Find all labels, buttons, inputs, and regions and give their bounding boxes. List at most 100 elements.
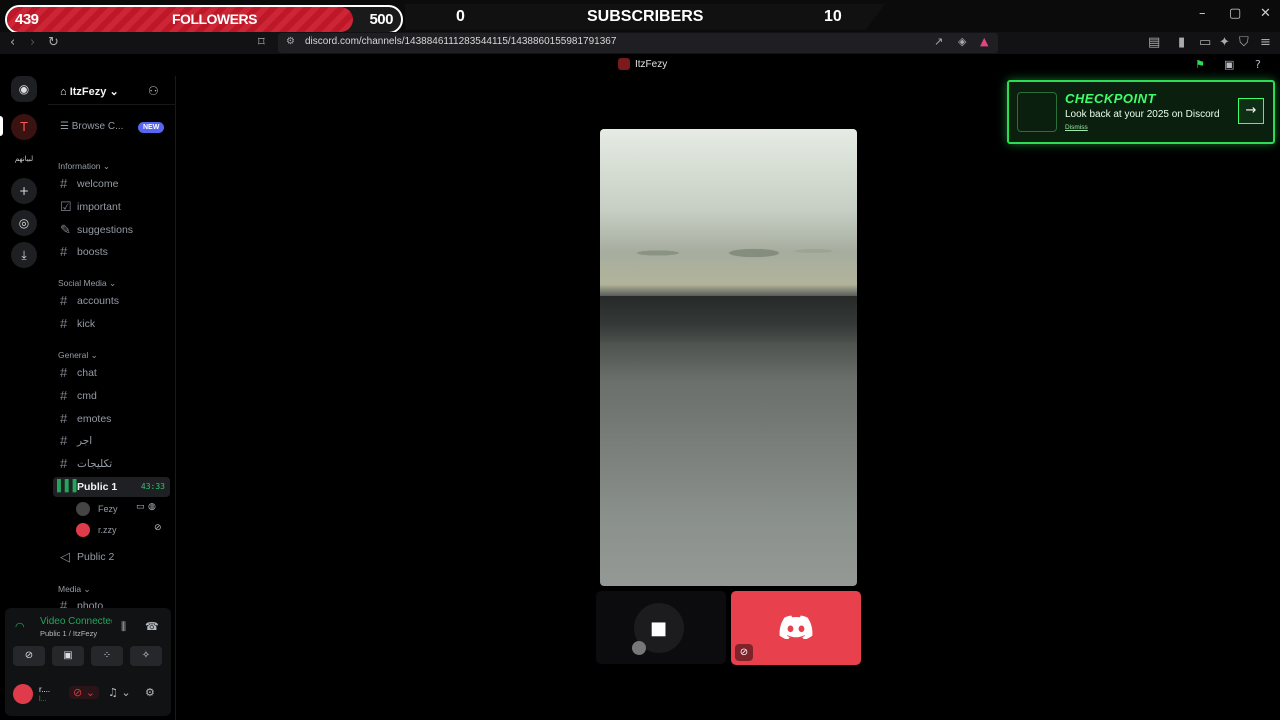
add-server-icon[interactable]: + bbox=[11, 178, 37, 204]
noise-suppression-icon[interactable]: ⫼ bbox=[121, 620, 126, 634]
reload-icon[interactable]: ↻ bbox=[48, 35, 59, 50]
menu-icon[interactable]: ≡ bbox=[1260, 35, 1271, 50]
url-text[interactable]: discord.com/channels/1438846111283544115… bbox=[305, 36, 616, 47]
browse-channels[interactable]: ☰ Browse C... bbox=[60, 121, 123, 132]
stream-overlay-bar: 439 FOLLOWERS 500 0 SUBSCRIBERS 10 – ▢ ✕ bbox=[0, 0, 1280, 34]
browse-label[interactable]: Browse C... bbox=[72, 121, 124, 132]
channel-kick[interactable]: # kick bbox=[56, 314, 170, 334]
channel-accounts[interactable]: # accounts bbox=[56, 291, 170, 311]
checkpoint-subtitle: Look back at your 2025 on Discord bbox=[1065, 109, 1220, 120]
hash-icon: # bbox=[60, 433, 68, 448]
participant-tile-self[interactable]: ■ bbox=[596, 591, 726, 664]
muted-icon: ⊘ bbox=[154, 523, 162, 533]
voice-channel-public-1[interactable]: ▌▌▌ Public 1 43:33 bbox=[53, 477, 170, 497]
shield-icon[interactable]: ◈ bbox=[958, 35, 966, 48]
vpn-icon[interactable]: ⛉ bbox=[1239, 35, 1249, 50]
channel-chat[interactable]: # chat bbox=[56, 363, 170, 383]
quest-flag-icon[interactable]: ⚑ bbox=[1195, 58, 1205, 71]
share-icon[interactable]: ↗ bbox=[934, 35, 943, 48]
participant-tile-rzzy[interactable]: ⊘ bbox=[731, 591, 861, 665]
camera-off-button[interactable]: ⊘ bbox=[13, 646, 45, 666]
activities-button[interactable]: ⁘ bbox=[91, 646, 123, 666]
channel-label: chat bbox=[77, 367, 97, 379]
invite-icon[interactable]: ⚇ bbox=[148, 84, 159, 98]
channel-important[interactable]: ☑ important bbox=[56, 197, 170, 217]
category-media[interactable]: Media ⌄ bbox=[58, 584, 91, 595]
dismiss-link[interactable]: Dismiss bbox=[1065, 124, 1088, 131]
connection-icon[interactable]: ◠ bbox=[15, 620, 25, 633]
avatar[interactable] bbox=[13, 684, 33, 704]
channel-suggestions[interactable]: ✎ suggestions bbox=[56, 220, 170, 240]
close-icon[interactable]: ✕ bbox=[1260, 6, 1271, 21]
maximize-icon[interactable]: ▢ bbox=[1229, 6, 1241, 21]
headphones-icon[interactable]: ♫ ⌄ bbox=[108, 686, 131, 699]
window-title: ItzFezy bbox=[635, 59, 668, 70]
back-icon[interactable]: ‹ bbox=[10, 35, 15, 50]
category-general[interactable]: General ⌄ bbox=[58, 350, 98, 361]
leo-icon[interactable]: ✦ bbox=[1219, 35, 1230, 50]
discord-logo-icon bbox=[779, 615, 813, 639]
voice-status[interactable]: Video Connected bbox=[40, 616, 112, 627]
category-information[interactable]: Information ⌄ bbox=[58, 161, 110, 172]
soundboard-button[interactable]: ✧ bbox=[130, 646, 162, 666]
forward-icon[interactable]: › bbox=[30, 35, 35, 50]
channel-arabic-1[interactable]: # اجر bbox=[56, 431, 170, 451]
channel-label: important bbox=[77, 201, 121, 213]
wallet-icon[interactable]: ▭ bbox=[1199, 35, 1211, 50]
inbox-icon[interactable]: ▣ bbox=[1224, 58, 1234, 71]
hash-icon: # bbox=[60, 411, 68, 426]
voice-channel-public-2[interactable]: ◁ Public 2 bbox=[56, 547, 170, 567]
voice-user-fezy[interactable]: Fezy ▭ ◍ bbox=[66, 499, 170, 519]
channel-welcome[interactable]: # welcome bbox=[56, 174, 170, 194]
forum-icon: ✎ bbox=[60, 222, 71, 237]
bookmark-icon[interactable]: ⌑ bbox=[258, 35, 265, 50]
checkpoint-banner[interactable]: CHECKPOINT Look back at your 2025 on Dis… bbox=[1007, 80, 1275, 144]
followers-label: FOLLOWERS bbox=[172, 11, 257, 27]
selected-server-pill bbox=[0, 116, 3, 136]
channel-label: اجر bbox=[77, 435, 93, 447]
channel-emotes[interactable]: # emotes bbox=[56, 409, 170, 429]
download-icon[interactable]: ⤓ bbox=[11, 242, 37, 268]
voice-location[interactable]: Public 1 / ItzFezy bbox=[40, 629, 97, 638]
arrow-right-icon[interactable]: → bbox=[1238, 98, 1264, 124]
rewards-icon[interactable]: ▲ bbox=[980, 35, 988, 48]
server-logo-icon bbox=[618, 58, 630, 70]
mic-muted-icon[interactable]: ⊘ ⌄ bbox=[69, 686, 99, 699]
channel-photo[interactable]: # photo bbox=[56, 596, 170, 608]
server-arabic-icon[interactable]: لبيانهم bbox=[9, 146, 39, 172]
channel-label: photo bbox=[77, 600, 104, 608]
screen-share-button[interactable]: ▣ bbox=[52, 646, 84, 666]
subscribers-goal-bar: 0 SUBSCRIBERS 10 bbox=[405, 4, 885, 30]
user-name[interactable]: r.... bbox=[39, 685, 50, 694]
server-name[interactable]: ⌂ ItzFezy ⌄ bbox=[60, 85, 119, 98]
channel-boosts[interactable]: # boosts bbox=[56, 242, 170, 262]
direct-messages-icon[interactable]: ◉ bbox=[11, 76, 37, 102]
help-icon[interactable]: ? bbox=[1255, 58, 1261, 71]
minimize-icon[interactable]: – bbox=[1199, 6, 1206, 21]
channel-cmd[interactable]: # cmd bbox=[56, 386, 170, 406]
discord-title-bar: ItzFezy ⚑ ▣ ? bbox=[0, 54, 1280, 76]
hash-icon: # bbox=[60, 598, 68, 608]
channel-label: accounts bbox=[77, 295, 120, 307]
sidebar-icon[interactable]: ▮ bbox=[1178, 35, 1185, 50]
hash-icon: # bbox=[60, 365, 68, 380]
category-social-media[interactable]: Social Media ⌄ bbox=[58, 278, 116, 289]
avatar bbox=[76, 502, 90, 516]
reader-icon[interactable]: ▤ bbox=[1148, 35, 1160, 50]
subs-current: 0 bbox=[456, 8, 465, 25]
app-root: 439 FOLLOWERS 500 0 SUBSCRIBERS 10 – ▢ ✕… bbox=[0, 0, 1280, 720]
disconnect-icon[interactable]: ☎ bbox=[145, 620, 159, 633]
server-itzfezy-icon[interactable]: T bbox=[11, 114, 37, 140]
server-name-text[interactable]: ItzFezy bbox=[70, 86, 107, 98]
voice-timer: 43:33 bbox=[140, 482, 165, 491]
address-bar[interactable]: ⚙ discord.com/channels/14388461112835441… bbox=[278, 33, 998, 53]
avatar bbox=[76, 523, 90, 537]
discover-icon[interactable]: ◎ bbox=[11, 210, 37, 236]
hash-icon: # bbox=[60, 316, 68, 331]
channel-arabic-2[interactable]: # تكليجات bbox=[56, 454, 170, 474]
subs-goal: 10 bbox=[824, 8, 842, 25]
settings-gear-icon[interactable]: ⚙ bbox=[145, 686, 155, 699]
site-info-icon[interactable]: ⚙ bbox=[286, 36, 295, 47]
video-stream[interactable] bbox=[600, 129, 857, 586]
voice-user-rzzy[interactable]: r.zzy ⊘ bbox=[66, 520, 170, 540]
